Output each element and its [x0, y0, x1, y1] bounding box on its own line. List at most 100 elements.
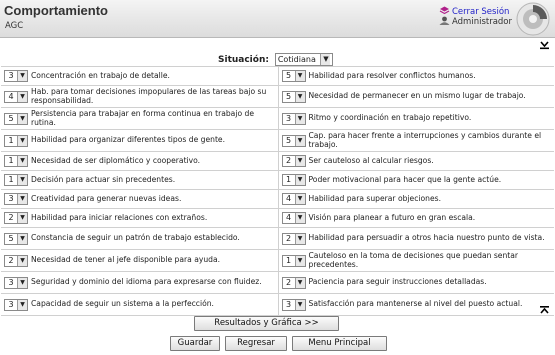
rating-value: 2 — [8, 213, 14, 222]
behavior-item: 4 ▼ Hab. para tomar decisiones impopulares… — [1, 86, 278, 107]
rating-select[interactable]: 4 ▼ — [281, 212, 306, 224]
chevron-down-icon: ▼ — [294, 135, 305, 146]
behavior-label: Seguridad y dominio del idioma para expr… — [31, 277, 262, 287]
rating-select[interactable]: 5 ▼ — [281, 134, 306, 147]
behavior-item: 5 ▼ Persistencia para trabajar en forma co… — [1, 108, 278, 129]
chevron-down-icon: ▼ — [17, 175, 27, 185]
behavior-label: Satisfacción para mantenerse al nivel de… — [308, 299, 523, 309]
chevron-down-icon: ▼ — [17, 71, 27, 81]
page-header: Comportamiento AGC Cerrar Sesión Adminis… — [0, 0, 555, 38]
chevron-down-icon: ▼ — [294, 233, 305, 244]
behavior-label: Poder motivacional para hacer que la gen… — [308, 174, 502, 184]
rating-select[interactable]: 3 ▼ — [4, 70, 28, 82]
rating-select[interactable]: 1 ▼ — [281, 254, 306, 267]
situation-value: Cotidiana — [277, 55, 316, 64]
behavior-label: Necesidad de ser diplomático y cooperati… — [31, 155, 201, 165]
chevron-down-icon: ▼ — [294, 113, 305, 124]
scroll-top-icon[interactable] — [539, 305, 550, 318]
behavior-label: Ritmo y coordinación en trabajo repetiti… — [308, 113, 472, 123]
rating-select[interactable]: 1 ▼ — [4, 134, 28, 147]
rating-select[interactable]: 3 ▼ — [4, 298, 28, 311]
rating-select[interactable]: 2 ▼ — [4, 212, 28, 224]
rating-value: 3 — [8, 277, 14, 287]
table-row: 3 ▼ Capacidad de seguir un sistema a la pe… — [1, 294, 554, 316]
chevron-down-icon: ▼ — [17, 135, 27, 146]
rating-select[interactable]: 5 ▼ — [4, 232, 28, 245]
rating-value: 3 — [8, 194, 14, 203]
chevron-down-icon: ▼ — [294, 71, 305, 81]
rating-select[interactable]: 1 ▼ — [281, 174, 306, 186]
rating-select[interactable]: 5 ▼ — [4, 112, 28, 125]
rating-select[interactable]: 3 ▼ — [4, 193, 28, 205]
behavior-item: 2 ▼ Paciencia para seguir instrucciones de… — [277, 272, 555, 293]
behavior-item: 3 ▼ Creatividad para generar nuevas ideas. — [1, 190, 278, 208]
rating-value: 5 — [285, 91, 292, 101]
behavior-label: Necesidad de permanecer en un mismo luga… — [308, 91, 526, 101]
chevron-down-icon: ▼ — [17, 255, 27, 266]
behavior-item: 2 ▼ Necesidad de tener al jefe disponible … — [1, 250, 278, 271]
rating-select[interactable]: 2 ▼ — [281, 232, 306, 245]
chevron-down-icon: ▼ — [17, 194, 27, 204]
behavior-item: 3 ▼ Capacidad de seguir un sistema a la pe… — [1, 294, 278, 315]
app-logo — [516, 2, 550, 36]
behavior-label: Necesidad de tener al jefe disponible pa… — [31, 255, 221, 265]
chevron-down-icon: ▼ — [294, 255, 305, 266]
rating-select[interactable]: 5 ▼ — [281, 90, 306, 103]
main-menu-button[interactable]: Menu Principal — [292, 336, 387, 351]
behavior-label: Persistencia para trabajar en forma cont… — [31, 108, 254, 127]
behavior-label: Habilidad para persuadir a otros hacia n… — [308, 233, 545, 243]
rating-value: 1 — [8, 135, 14, 145]
rating-select[interactable]: 1 ▼ — [4, 174, 28, 186]
situation-select[interactable]: Cotidiana ▼ — [274, 53, 334, 66]
behavior-item: 5 ▼ Constancia de seguir un patrón de trab… — [1, 228, 278, 249]
behavior-label: Habilidad para organizar diferentes tipo… — [31, 135, 226, 145]
rating-select[interactable]: 4 ▼ — [4, 90, 28, 103]
rating-select[interactable]: 3 ▼ — [281, 298, 306, 311]
rating-value: 1 — [285, 175, 292, 184]
back-button[interactable]: Regresar — [225, 336, 287, 351]
rating-select[interactable]: 2 ▼ — [281, 276, 306, 289]
behavior-label: Habilidad para resolver conflictos human… — [308, 70, 476, 80]
behavior-label: Visión para planear a futuro en gran esc… — [308, 212, 476, 222]
behavior-label: Habilidad para superar objeciones. — [308, 193, 442, 203]
chevron-down-icon: ▼ — [17, 299, 27, 310]
table-row: 2 ▼ Necesidad de tener al jefe disponible … — [1, 250, 554, 272]
rating-select[interactable]: 2 ▼ — [281, 155, 306, 167]
chevron-down-icon: ▼ — [17, 277, 27, 288]
behavior-item: 5 ▼ Habilidad para resolver conflictos hum… — [277, 67, 555, 85]
behavior-label: Paciencia para seguir instrucciones deta… — [308, 277, 487, 287]
rating-value: 1 — [8, 175, 14, 184]
chevron-down-icon: ▼ — [294, 91, 305, 102]
behavior-item: 3 ▼ Satisfacción para mantenerse al nivel … — [277, 294, 555, 315]
table-row: 3 ▼ Concentración en trabajo de detalle. 5 ▼… — [1, 67, 554, 86]
user-icon — [439, 16, 450, 28]
rating-value: 3 — [285, 299, 292, 309]
situation-filter: Situación: Cotidiana ▼ — [218, 53, 334, 66]
rating-select[interactable]: 1 ▼ — [4, 155, 28, 167]
rating-select[interactable]: 3 ▼ — [4, 276, 28, 289]
situation-label: Situación: — [218, 55, 269, 65]
rating-select[interactable]: 4 ▼ — [281, 193, 306, 205]
rating-select[interactable]: 5 ▼ — [281, 70, 306, 82]
chevron-down-icon: ▼ — [17, 113, 27, 124]
scroll-bottom-icon[interactable] — [539, 40, 550, 53]
user-label: Administrador — [452, 17, 513, 27]
behavior-label: Decisión para actuar sin precedentes. — [31, 174, 176, 184]
chevron-down-icon: ▼ — [17, 91, 27, 102]
behavior-item: 5 ▼ Cap. para hacer frente a interrupcione… — [277, 130, 555, 151]
rating-select[interactable]: 3 ▼ — [281, 112, 306, 125]
chevron-down-icon: ▼ — [294, 175, 305, 185]
table-row: 1 ▼ Necesidad de ser diplomático y coopera… — [1, 152, 554, 171]
rating-select[interactable]: 2 ▼ — [4, 254, 28, 267]
behavior-label: Creatividad para generar nuevas ideas. — [31, 193, 182, 203]
rating-value: 4 — [285, 194, 292, 203]
save-button[interactable]: Guardar — [170, 336, 220, 351]
table-row: 4 ▼ Hab. para tomar decisiones impopulares… — [1, 86, 554, 108]
rating-value: 3 — [8, 71, 14, 80]
results-button[interactable]: Resultados y Gráfica >> — [194, 316, 339, 331]
rating-value: 2 — [285, 277, 292, 287]
behavior-label: Constancia de seguir un patrón de trabaj… — [31, 233, 240, 243]
behavior-item: 4 ▼ Visión para planear a futuro en gran e… — [277, 209, 555, 227]
behavior-label: Concentración en trabajo de detalle. — [31, 70, 170, 80]
table-row: 2 ▼ Habilidad para iniciar relaciones con … — [1, 209, 554, 228]
